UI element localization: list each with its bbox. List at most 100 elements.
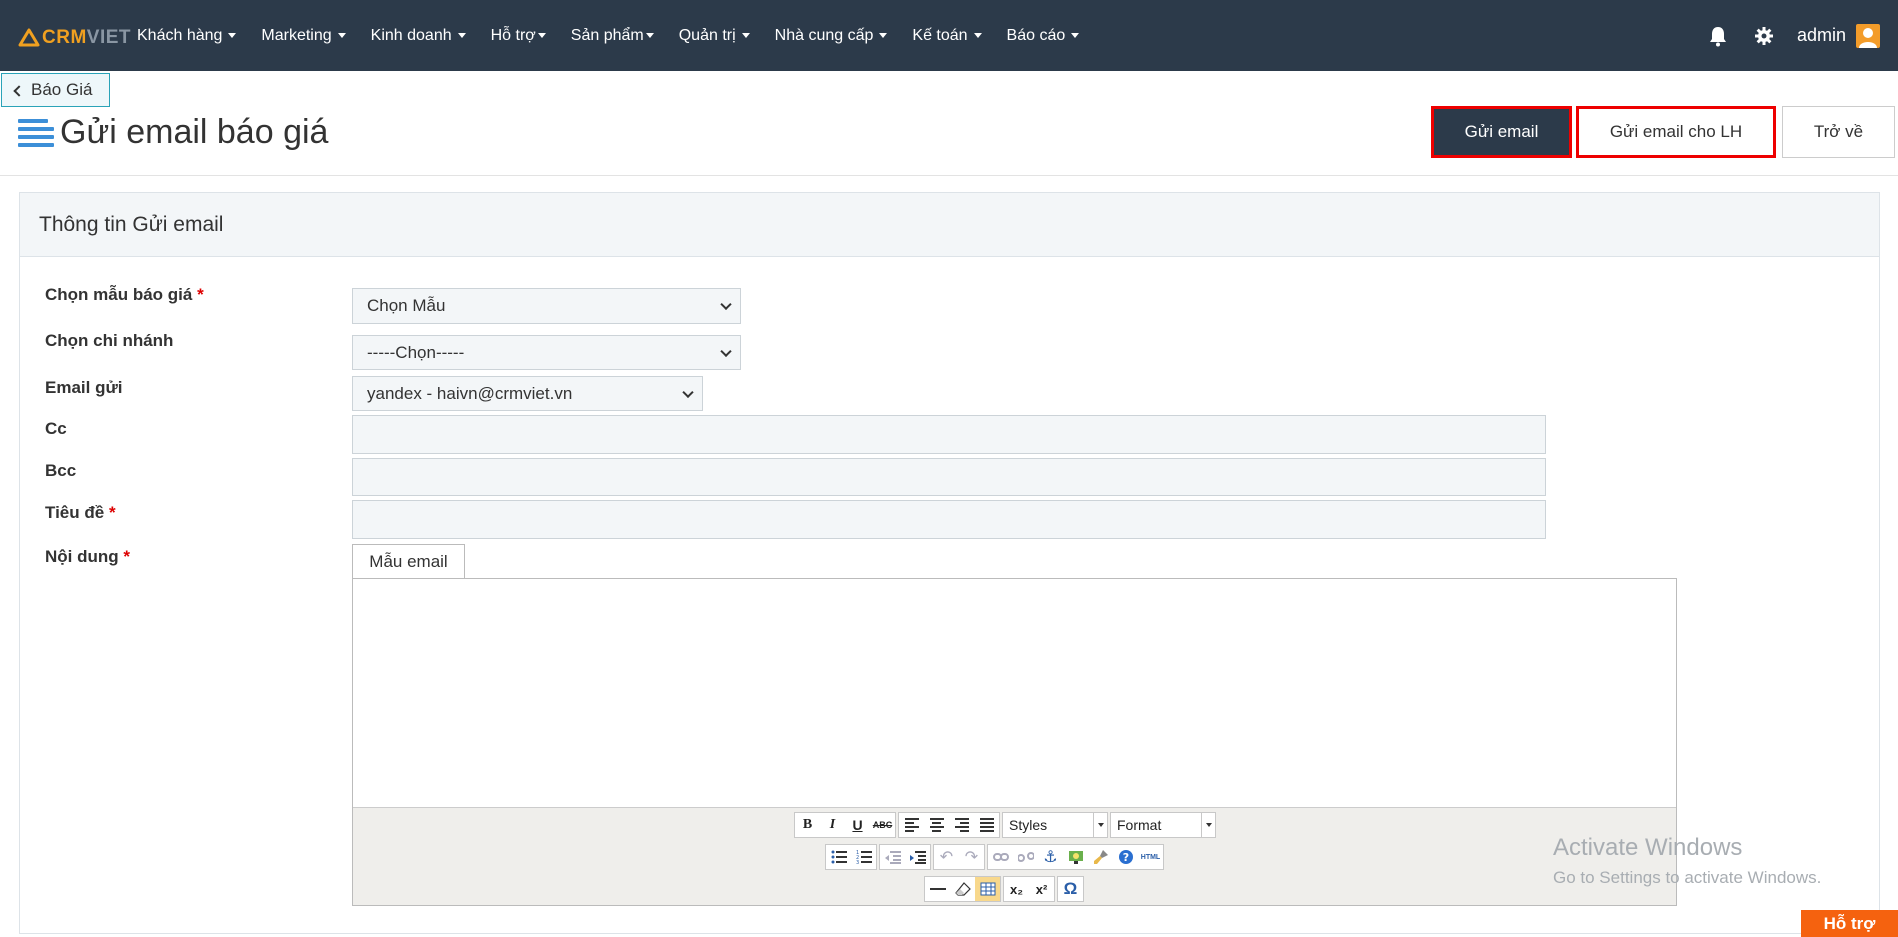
caret-down-icon [645,33,654,38]
script-group: x₂ x² [1003,876,1055,902]
caret-down-icon [1071,33,1080,38]
special-char-group: Ω [1057,876,1084,902]
eraser-icon[interactable] [950,877,975,901]
format-dropdown[interactable]: Format [1110,812,1216,838]
misc-group [924,876,1001,902]
nav-nha-cung-cap[interactable]: Nhà cung cấp [775,27,888,45]
branch-label: Chọn chi nhánh [45,331,174,350]
bcc-label: Bcc [45,461,77,480]
subject-input[interactable] [352,500,1546,539]
header-divider [0,175,1898,176]
italic-button[interactable]: I [820,813,845,837]
caret-down-icon [228,33,237,38]
user-avatar-icon[interactable] [1856,23,1880,48]
branch-select[interactable]: -----Chọn----- [352,335,741,370]
caret-down-icon [337,33,346,38]
insert-group: ⚓ ? HTML [987,844,1164,870]
text-style-group: B I U ABC [794,812,896,838]
sender-email-select[interactable]: yandex - haivn@crmviet.vn [352,376,703,411]
outdent-icon[interactable] [880,845,905,869]
link-icon[interactable] [988,845,1013,869]
indent-icon[interactable] [905,845,930,869]
align-left-icon[interactable] [899,813,924,837]
special-char-button[interactable]: Ω [1058,877,1083,901]
cleanup-brush-icon[interactable] [1088,845,1113,869]
align-justify-icon[interactable] [974,813,999,837]
styles-dropdown[interactable]: Styles [1002,812,1108,838]
table-icon[interactable] [975,877,1000,901]
align-group [898,812,1000,838]
numbered-list-icon[interactable]: 123 [851,845,876,869]
nav-san-pham[interactable]: Sản phẩm [571,27,654,45]
logo-text: CRMVIET [42,27,132,48]
help-icon[interactable]: ? [1113,845,1138,869]
undo-icon[interactable]: ↶ [934,845,959,869]
history-group: ↶ ↷ [933,844,985,870]
editor-toolbar: B I U ABC Styles Format 1 2 3 ↶ ↷ ⚓ ? HT… [353,807,1676,905]
logo[interactable]: CRMVIET [18,26,131,50]
nav-bao-cao[interactable]: Báo cáo [1007,27,1080,45]
caret-down-icon [1097,823,1104,827]
list-group: 123 [825,844,877,870]
caret-down-icon [1205,823,1212,827]
main-nav: Khách hàng Marketing Kinh doanh Hỗ trợ S… [137,0,1104,71]
caret-down-icon [973,33,982,38]
subject-label: Tiêu đề * [45,503,116,522]
chevron-down-icon [720,345,732,357]
back-button[interactable]: Trở về [1782,106,1895,158]
panel-title: Thông tin Gửi email [20,193,1879,257]
caret-down-icon [741,33,750,38]
chevron-down-icon [720,298,732,311]
chevron-left-icon [13,84,25,97]
bcc-input[interactable] [352,458,1546,496]
bell-icon[interactable] [1705,23,1731,49]
send-email-contact-button[interactable]: Gửi email cho LH [1576,106,1776,158]
send-email-button[interactable]: Gửi email [1431,106,1572,158]
caret-down-icon [537,33,546,38]
sender-email-label: Email gửi [45,378,123,397]
email-template-button[interactable]: Mẫu email [352,544,465,578]
underline-button[interactable]: U [845,813,870,837]
template-label: Chọn mẫu báo giá * [45,285,204,304]
align-center-icon[interactable] [924,813,949,837]
user-tools: admin [1705,0,1880,71]
cc-label: Cc [45,419,67,438]
logo-mark-icon [18,28,40,48]
indent-group [879,844,931,870]
caret-down-icon [879,33,888,38]
top-navbar: CRMVIET Khách hàng Marketing Kinh doanh … [0,0,1898,71]
image-icon[interactable] [1063,845,1088,869]
redo-icon[interactable]: ↷ [959,845,984,869]
cc-input[interactable] [352,415,1546,454]
nav-khach-hang[interactable]: Khách hàng [137,27,237,45]
nav-quan-tri[interactable]: Quản trị [679,27,750,45]
back-to-quotes-link[interactable]: Báo Giá [1,73,110,107]
html-source-button[interactable]: HTML [1138,845,1163,869]
user-name[interactable]: admin [1797,25,1846,46]
bold-button[interactable]: B [795,813,820,837]
list-icon [18,118,54,147]
caret-down-icon [457,33,466,38]
support-button[interactable]: Hỗ trợ [1801,910,1898,937]
align-right-icon[interactable] [949,813,974,837]
strikethrough-button[interactable]: ABC [870,813,895,837]
template-select[interactable]: Chọn Mẫu [352,288,741,324]
subscript-button[interactable]: x₂ [1004,877,1029,901]
svg-text:3: 3 [856,860,859,864]
nav-kinh-doanh[interactable]: Kinh doanh [371,27,466,45]
nav-ho-tro[interactable]: Hỗ trợ [491,27,546,45]
nav-ke-toan[interactable]: Kế toán [912,27,982,45]
page-header: Gửi email báo giá [18,113,328,152]
bullet-list-icon[interactable] [826,845,851,869]
gear-icon[interactable] [1751,23,1777,49]
unlink-icon[interactable] [1013,845,1038,869]
anchor-icon[interactable]: ⚓ [1038,845,1063,869]
content-label: Nội dung * [45,547,131,566]
horizontal-rule-icon[interactable] [925,877,950,901]
chevron-down-icon [682,386,694,398]
editor-content-area[interactable] [353,579,1676,807]
superscript-button[interactable]: x² [1029,877,1054,901]
page-title: Gửi email báo giá [60,113,329,151]
nav-marketing[interactable]: Marketing [261,27,346,45]
back-link-label: Báo Giá [31,80,93,99]
